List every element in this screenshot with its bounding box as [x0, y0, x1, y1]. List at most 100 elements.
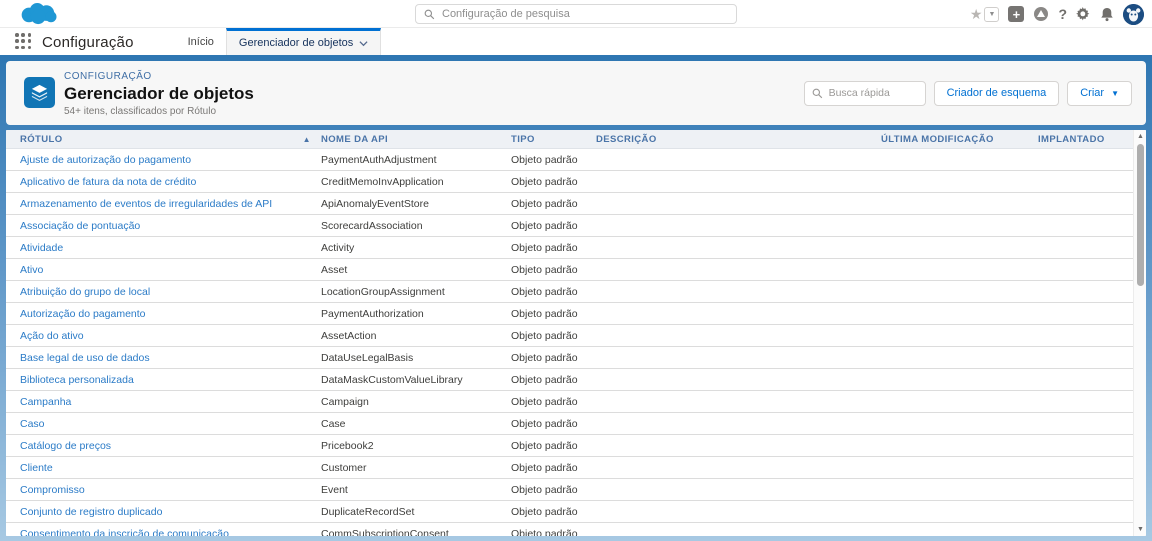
- api-name-cell: Event: [321, 484, 511, 496]
- object-label-link[interactable]: Atividade: [20, 242, 321, 254]
- type-cell: Objeto padrão: [511, 506, 596, 518]
- object-label-link[interactable]: Armazenamento de eventos de irregularida…: [20, 198, 321, 210]
- column-header-ultima-modificacao[interactable]: ÚLTIMA MODIFICAÇÃO: [881, 134, 1038, 145]
- search-icon: [812, 88, 823, 99]
- object-label-link[interactable]: Associação de pontuação: [20, 220, 321, 232]
- table-row[interactable]: Caso Case Objeto padrão: [6, 413, 1133, 435]
- object-label-link[interactable]: Consentimento da inscrição de comunicaçã…: [20, 528, 321, 537]
- guidance-center-icon[interactable]: [1033, 6, 1049, 22]
- api-name-cell: Asset: [321, 264, 511, 276]
- type-cell: Objeto padrão: [511, 264, 596, 276]
- column-header-tipo[interactable]: TIPO: [511, 134, 596, 145]
- type-cell: Objeto padrão: [511, 176, 596, 188]
- type-cell: Objeto padrão: [511, 418, 596, 430]
- create-button-label: Criar: [1080, 87, 1104, 99]
- tab-label: Gerenciador de objetos: [239, 37, 353, 49]
- object-label-link[interactable]: Campanha: [20, 396, 321, 408]
- object-label-link[interactable]: Biblioteca personalizada: [20, 374, 321, 386]
- scrollbar-thumb[interactable]: [1137, 144, 1144, 286]
- setup-nav-bar: Configuração Início Gerenciador de objet…: [0, 28, 1152, 55]
- table-row[interactable]: Armazenamento de eventos de irregularida…: [6, 193, 1133, 215]
- breadcrumb: CONFIGURAÇÃO: [64, 71, 152, 82]
- global-search-input[interactable]: [442, 8, 728, 20]
- create-button[interactable]: Criar ▼: [1067, 81, 1132, 106]
- tab-inicio[interactable]: Início: [176, 28, 226, 55]
- type-cell: Objeto padrão: [511, 484, 596, 496]
- type-cell: Objeto padrão: [511, 220, 596, 232]
- object-label-link[interactable]: Atribuição do grupo de local: [20, 286, 321, 298]
- global-header: ★ ▼ + ?: [0, 0, 1152, 28]
- type-cell: Objeto padrão: [511, 330, 596, 342]
- api-name-cell: PaymentAuthorization: [321, 308, 511, 320]
- setup-gear-icon[interactable]: [1076, 7, 1091, 22]
- quick-find[interactable]: [804, 81, 926, 106]
- user-avatar[interactable]: [1123, 4, 1144, 25]
- api-name-cell: PaymentAuthAdjustment: [321, 154, 511, 166]
- api-name-cell: DataUseLegalBasis: [321, 352, 511, 364]
- table-row[interactable]: Consentimento da inscrição de comunicaçã…: [6, 523, 1133, 536]
- table-row[interactable]: Cliente Customer Objeto padrão: [6, 457, 1133, 479]
- table-row[interactable]: Conjunto de registro duplicado Duplicate…: [6, 501, 1133, 523]
- item-count-label: 54+ itens, classificados por Rótulo: [64, 106, 216, 117]
- object-table-card: RÓTULO ▲ NOME DA API TIPO DESCRIÇÃO ÚLTI…: [6, 130, 1146, 536]
- table-row[interactable]: Campanha Campaign Objeto padrão: [6, 391, 1133, 413]
- column-header-descricao[interactable]: DESCRIÇÃO: [596, 134, 881, 145]
- api-name-cell: Pricebook2: [321, 440, 511, 452]
- favorites-dropdown-button[interactable]: ▼: [984, 7, 999, 22]
- table-header-row: RÓTULO ▲ NOME DA API TIPO DESCRIÇÃO ÚLTI…: [6, 130, 1146, 149]
- object-label-link[interactable]: Caso: [20, 418, 321, 430]
- api-name-cell: DataMaskCustomValueLibrary: [321, 374, 511, 386]
- object-label-link[interactable]: Catálogo de preços: [20, 440, 321, 452]
- object-label-link[interactable]: Ativo: [20, 264, 321, 276]
- table-row[interactable]: Base legal de uso de dados DataUseLegalB…: [6, 347, 1133, 369]
- type-cell: Objeto padrão: [511, 374, 596, 386]
- object-label-link[interactable]: Base legal de uso de dados: [20, 352, 321, 364]
- type-cell: Objeto padrão: [511, 440, 596, 452]
- type-cell: Objeto padrão: [511, 242, 596, 254]
- type-cell: Objeto padrão: [511, 198, 596, 210]
- schema-builder-button[interactable]: Criador de esquema: [934, 81, 1060, 106]
- table-row[interactable]: Ação do ativo AssetAction Objeto padrão: [6, 325, 1133, 347]
- table-row[interactable]: Associação de pontuação ScorecardAssocia…: [6, 215, 1133, 237]
- table-row[interactable]: Autorização do pagamento PaymentAuthoriz…: [6, 303, 1133, 325]
- object-label-link[interactable]: Ação do ativo: [20, 330, 321, 342]
- table-row[interactable]: Catálogo de preços Pricebook2 Objeto pad…: [6, 435, 1133, 457]
- api-name-cell: LocationGroupAssignment: [321, 286, 511, 298]
- global-search[interactable]: [415, 4, 737, 24]
- table-row[interactable]: Ativo Asset Objeto padrão: [6, 259, 1133, 281]
- page-header-card: CONFIGURAÇÃO Gerenciador de objetos 54+ …: [6, 61, 1146, 125]
- table-row[interactable]: Atividade Activity Objeto padrão: [6, 237, 1133, 259]
- table-row[interactable]: Atribuição do grupo de local LocationGro…: [6, 281, 1133, 303]
- favorites-star-icon[interactable]: ★: [970, 7, 983, 21]
- object-label-link[interactable]: Ajuste de autorização do pagamento: [20, 154, 321, 166]
- object-label-link[interactable]: Autorização do pagamento: [20, 308, 321, 320]
- table-row[interactable]: Ajuste de autorização do pagamento Payme…: [6, 149, 1133, 171]
- notifications-bell-icon[interactable]: [1100, 7, 1114, 22]
- column-header-nome-da-api[interactable]: NOME DA API: [321, 134, 511, 145]
- tab-gerenciador-de-objetos[interactable]: Gerenciador de objetos: [226, 28, 381, 55]
- salesforce-logo-icon: [18, 2, 62, 26]
- help-icon[interactable]: ?: [1058, 6, 1067, 22]
- api-name-cell: AssetAction: [321, 330, 511, 342]
- column-header-rotulo[interactable]: RÓTULO ▲: [20, 134, 321, 145]
- type-cell: Objeto padrão: [511, 396, 596, 408]
- quick-find-input[interactable]: [829, 87, 918, 99]
- table-scrollbar[interactable]: ▲ ▼: [1133, 130, 1146, 536]
- column-header-implantado[interactable]: IMPLANTADO: [1038, 134, 1146, 145]
- table-row[interactable]: Compromisso Event Objeto padrão: [6, 479, 1133, 501]
- object-label-link[interactable]: Aplicativo de fatura da nota de crédito: [20, 176, 321, 188]
- scrollbar-down-arrow-icon[interactable]: ▼: [1134, 524, 1146, 535]
- api-name-cell: Customer: [321, 462, 511, 474]
- scrollbar-up-arrow-icon[interactable]: ▲: [1134, 131, 1146, 142]
- type-cell: Objeto padrão: [511, 462, 596, 474]
- object-label-link[interactable]: Conjunto de registro duplicado: [20, 506, 321, 518]
- quick-create-icon[interactable]: +: [1008, 6, 1024, 22]
- type-cell: Objeto padrão: [511, 308, 596, 320]
- table-row[interactable]: Biblioteca personalizada DataMaskCustomV…: [6, 369, 1133, 391]
- object-label-link[interactable]: Cliente: [20, 462, 321, 474]
- object-label-link[interactable]: Compromisso: [20, 484, 321, 496]
- app-launcher-icon[interactable]: [15, 33, 32, 50]
- type-cell: Objeto padrão: [511, 154, 596, 166]
- api-name-cell: CreditMemoInvApplication: [321, 176, 511, 188]
- table-row[interactable]: Aplicativo de fatura da nota de crédito …: [6, 171, 1133, 193]
